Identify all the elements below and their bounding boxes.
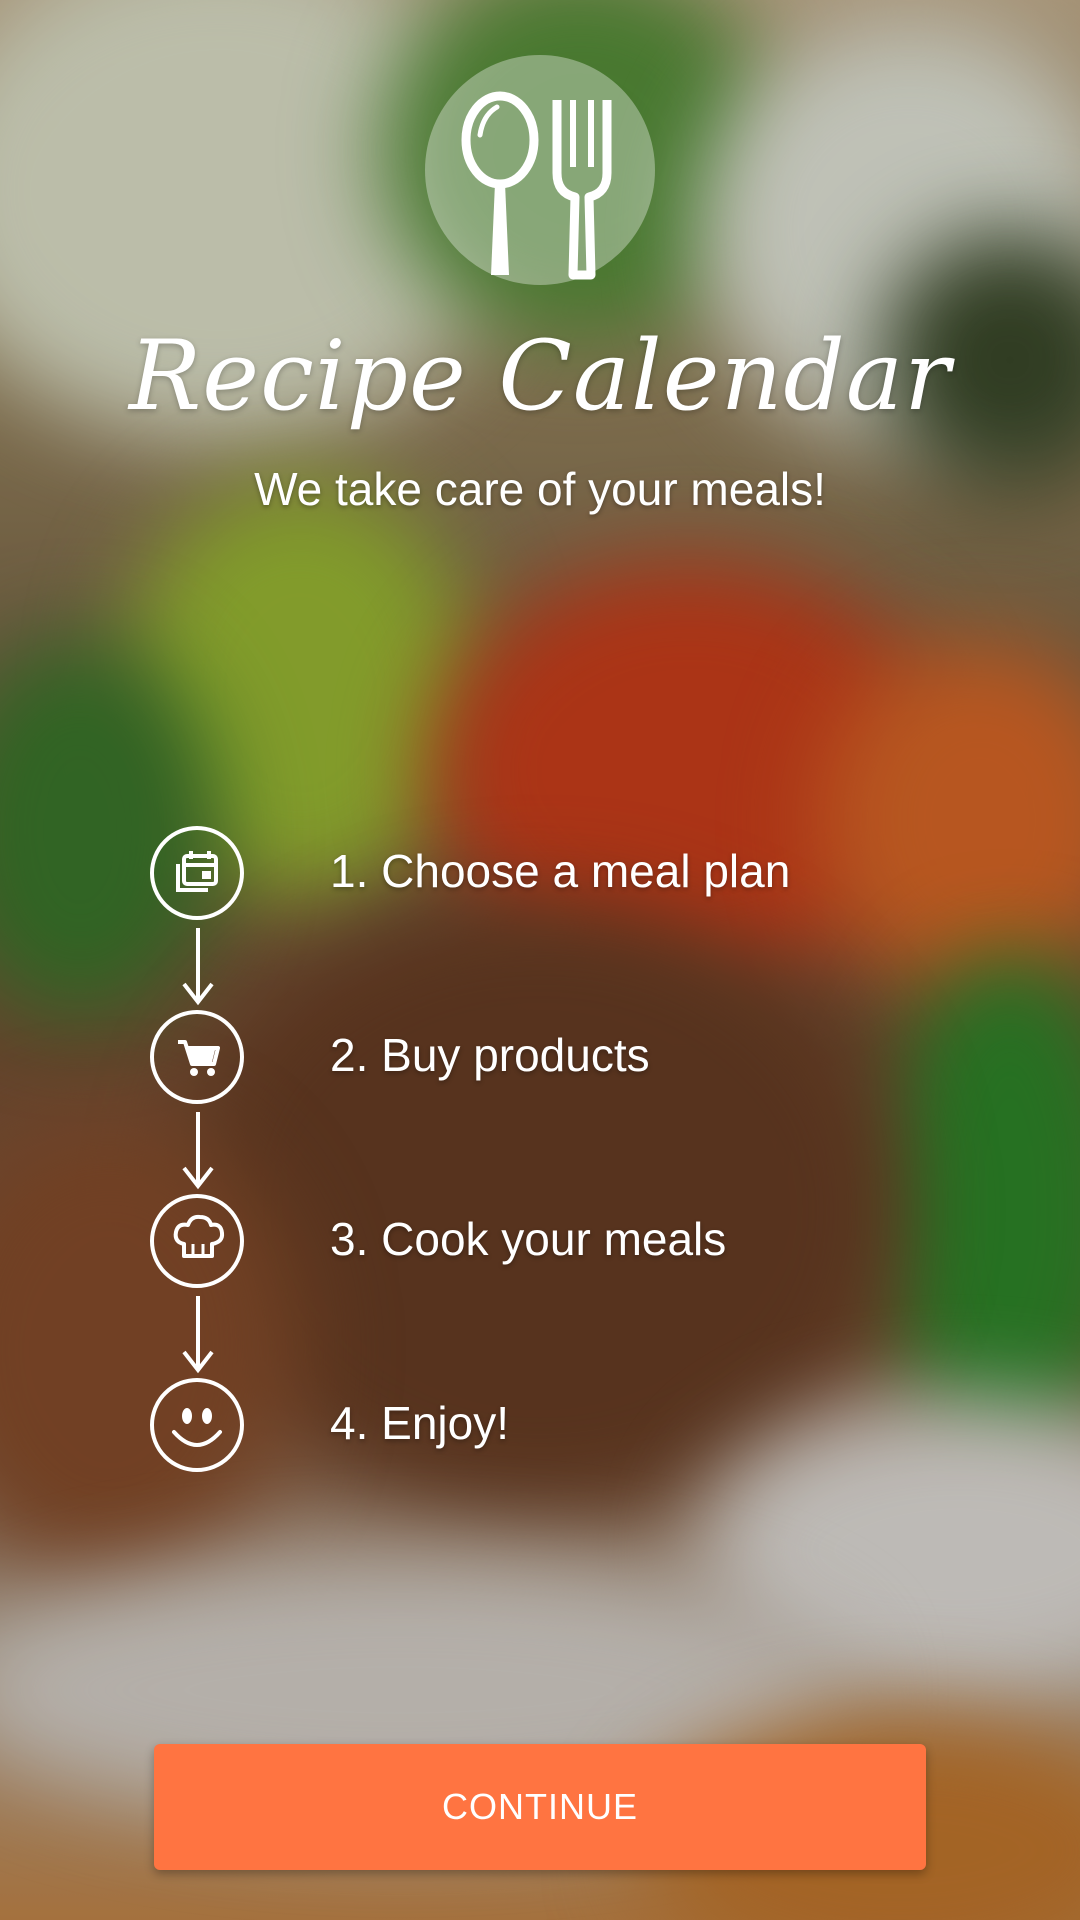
step-choose-meal-plan: 1. Choose a meal plan [0, 826, 1080, 926]
step-label: 4. Enjoy! [330, 1397, 509, 1449]
background-photo [0, 0, 1080, 1920]
calendar-icon [150, 826, 244, 920]
step-cook-meals: 3. Cook your meals [0, 1194, 1080, 1294]
step-label: 2. Buy products [330, 1029, 650, 1081]
step-buy-products: 2. Buy products [0, 1010, 1080, 1110]
arrow-down-icon [182, 1112, 214, 1190]
tagline: We take care of your meals! [254, 463, 826, 515]
step-label: 3. Cook your meals [330, 1213, 727, 1265]
chef-hat-icon [150, 1194, 244, 1288]
onboarding-screen: Recipe Calendar We take care of your mea… [0, 0, 1080, 1920]
step-enjoy: 4. Enjoy! [0, 1378, 1080, 1478]
step-label: 1. Choose a meal plan [330, 845, 791, 897]
arrow-down-icon [182, 928, 214, 1006]
arrow-down-icon [182, 1296, 214, 1374]
app-logo [425, 55, 655, 285]
continue-button[interactable]: CONTINUE [154, 1744, 926, 1870]
spoon-fork-icon [461, 91, 612, 280]
app-title: Recipe Calendar [129, 320, 951, 432]
cart-icon [150, 1010, 244, 1104]
smiley-icon [150, 1378, 244, 1472]
